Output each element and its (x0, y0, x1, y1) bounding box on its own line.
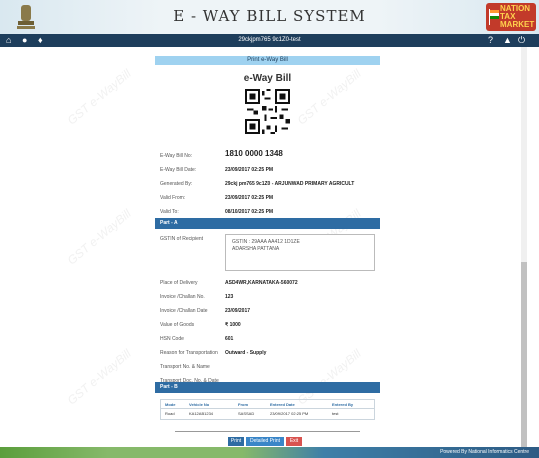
detail-label: Transport No. & Name (160, 364, 210, 370)
detail-value: 23/09/2017 02:25 PM (225, 195, 274, 201)
qr-code (245, 89, 290, 134)
table-divider (161, 408, 374, 409)
table-header: Mode (165, 402, 176, 407)
recipient-textarea[interactable]: GSTIN : 29AAA AA412 1D1ZE ADARSHA PATTAN… (225, 234, 375, 271)
vertical-scrollbar[interactable] (521, 47, 527, 447)
detail-value: 123 (225, 294, 234, 300)
detailed-print-button[interactable]: Detailed Print (246, 437, 284, 446)
watermark: GST e-WayBill (64, 66, 134, 128)
footer-bar: Powered By National Informatics Centre (0, 447, 539, 458)
detail-value: 23/09/2017 02:25 PM (225, 167, 274, 173)
detail-value: 601 (225, 336, 234, 342)
gstin-value: GSTIN : 29AAA AA412 1D1ZE (232, 239, 300, 245)
table-header: Entered By (332, 402, 354, 407)
detail-label: E-Way Bill Date: (160, 167, 197, 173)
detail-value: 08/10/2017 02:25 PM (225, 209, 274, 215)
detail-label: Invoice /Challan Date (160, 308, 208, 314)
detail-label: Invoice /Challan No. (160, 294, 205, 300)
watermark: GST e-WayBill (64, 206, 134, 268)
table-cell: Road (165, 411, 175, 416)
help-icon[interactable]: ? (488, 35, 493, 46)
detail-value: 29ckj pm765 9c1Z0 - ARJUNWAD PRIMARY AGR… (225, 181, 355, 187)
table-header: Entered Date (270, 402, 295, 407)
eway-bill-number: 1810 0000 1348 (225, 149, 283, 158)
detail-value: Outward - Supply (225, 350, 267, 356)
table-cell: test (332, 411, 339, 416)
tools-icon[interactable]: ▲ (503, 35, 512, 46)
eway-bill-title: e-Way Bill (243, 73, 292, 84)
table-cell: 23/09/2017 02:25 PM (270, 411, 309, 416)
table-cell: SASSAD (238, 411, 255, 416)
power-icon[interactable]: ⏻ (518, 35, 525, 46)
detail-label: Valid From: (160, 195, 186, 201)
table-cell: KA12AB1234 (189, 411, 214, 416)
eway-bill-document: Print e-Way Bill e-Way Bill E-Way Bill N… (155, 56, 380, 446)
part-a-header: Part - A (155, 218, 380, 229)
detail-label: Valid To: (160, 209, 179, 215)
top-navbar: ⌂ ● ♦ 29ckjpm765 9c1Z0-test ? ▲ ⏻ (0, 34, 539, 47)
print-title-bar: Print e-Way Bill (155, 56, 380, 65)
exit-button[interactable]: Exit (286, 437, 302, 446)
detail-label: Generated By: (160, 181, 193, 187)
part-b-header: Part - B (155, 382, 380, 393)
user-id-label: 29ckjpm765 9c1Z0-test (238, 37, 301, 43)
recipient-name: ADARSHA PATTANA (232, 246, 280, 252)
brand-logo: NATION TAX MARKET (486, 3, 536, 31)
divider (175, 431, 360, 432)
gstin-label: GSTIN of Recipient (160, 236, 204, 242)
scrollbar-thumb[interactable] (521, 262, 527, 447)
brand-line-3: MARKET (500, 20, 535, 29)
detail-label: HSN Code (160, 336, 184, 342)
vehicle-table: Mode Vehicle No From Entered Date Entere… (160, 399, 375, 420)
detail-label: Reason for Transportation (160, 350, 218, 356)
flag-icon (489, 9, 499, 25)
watermark: GST e-WayBill (64, 346, 134, 408)
detail-label: E-Way Bill No: (160, 153, 193, 159)
print-button[interactable]: Print (228, 437, 244, 446)
detail-value: ASD4WR,KARNATAKA-560072 (225, 280, 298, 286)
detail-label: Value of Goods (160, 322, 195, 328)
detail-label: Place of Delivery (160, 280, 198, 286)
table-header: From (238, 402, 248, 407)
detail-value: 23/09/2017 (225, 308, 251, 314)
app-title: E - WAY BILL SYSTEM (173, 7, 366, 25)
app-header: E - WAY BILL SYSTEM NATION TAX MARKET (0, 0, 539, 34)
footer-text: Powered By National Informatics Centre (440, 449, 529, 455)
detail-value: ₹ 1000 (225, 322, 241, 328)
table-header: Vehicle No (189, 402, 210, 407)
